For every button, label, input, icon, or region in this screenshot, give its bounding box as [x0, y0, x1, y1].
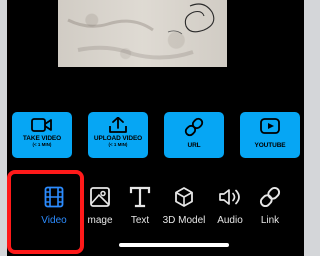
- url-button[interactable]: URL: [164, 112, 224, 158]
- film-icon: [44, 186, 64, 208]
- upload-icon: [109, 117, 127, 133]
- media-preview: [58, 0, 227, 67]
- url-label: URL: [187, 142, 201, 149]
- upload-video-button[interactable]: UPLOAD VIDEO (< 1 MIN): [88, 112, 148, 158]
- tab-image[interactable]: mage: [85, 180, 115, 232]
- take-video-label: TAKE VIDEO: [22, 135, 62, 142]
- tab-link[interactable]: Link: [256, 180, 284, 232]
- tab-3d-model[interactable]: 3D Model: [159, 180, 209, 232]
- app-screen: TAKE VIDEO (< 1 MIN) UPLOAD VIDEO (< 1 M…: [7, 0, 304, 256]
- tab-link-label: Link: [260, 215, 280, 226]
- take-video-button[interactable]: TAKE VIDEO (< 1 MIN): [12, 112, 72, 158]
- speaker-icon: [219, 189, 240, 205]
- upload-video-label: UPLOAD VIDEO: [93, 135, 143, 142]
- take-video-limit: (< 1 MIN): [32, 142, 52, 147]
- tab-audio-label: Audio: [217, 215, 243, 226]
- tab-text[interactable]: Text: [127, 180, 153, 232]
- video-camera-icon: [31, 118, 52, 132]
- tab-video[interactable]: Video: [34, 180, 74, 232]
- tab-text-label: Text: [130, 215, 150, 226]
- tab-audio[interactable]: Audio: [213, 180, 247, 232]
- youtube-play-icon: [260, 118, 280, 134]
- youtube-label: YOUTUBE: [254, 142, 286, 149]
- link-icon: [259, 186, 281, 208]
- tab-image-label: mage: [87, 215, 113, 226]
- content-type-toolbar: Video mage Text 3D Model Audio Link: [7, 180, 304, 232]
- youtube-button[interactable]: YOUTUBE: [240, 112, 300, 158]
- link-icon: [184, 117, 204, 137]
- cube-icon: [175, 187, 193, 207]
- image-icon: [90, 187, 110, 207]
- tab-3d-model-label: 3D Model: [162, 215, 206, 226]
- video-source-options: TAKE VIDEO (< 1 MIN) UPLOAD VIDEO (< 1 M…: [12, 112, 300, 158]
- tab-video-label: Video: [41, 215, 67, 226]
- text-t-icon: [129, 186, 151, 208]
- upload-video-limit: (< 1 MIN): [108, 142, 128, 147]
- home-indicator: [119, 243, 229, 247]
